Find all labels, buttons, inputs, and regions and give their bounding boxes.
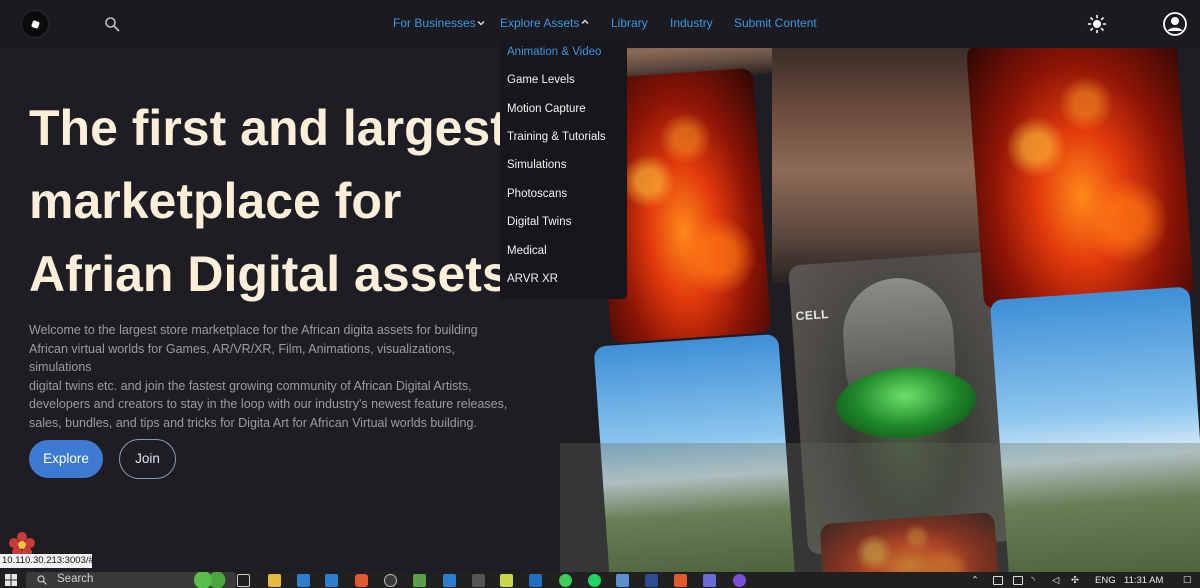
hero-title-line: The first and largest: [29, 100, 507, 156]
gallery-haze: [560, 443, 1200, 572]
nav-link-explore-assets[interactable]: Explore Assets: [500, 16, 579, 30]
dropdown-item-digital-twins[interactable]: Digital Twins: [507, 216, 571, 228]
status-bar-url: 10.110.30.213:3003/#: [0, 554, 94, 568]
app-icon-3[interactable]: [384, 574, 397, 587]
search-icon: [37, 575, 47, 585]
tray-clock[interactable]: 11:31 AM: [1124, 575, 1163, 586]
app-root: For Businesses Explore Assets Library In…: [0, 0, 1200, 588]
hero-description-line: Welcome to the largest store marketplace…: [29, 323, 478, 337]
gallery-image-lava-3[interactable]: [966, 48, 1194, 311]
tray-bluetooth-icon[interactable]: ✣: [1071, 575, 1079, 586]
notifications-icon[interactable]: ☐: [1183, 575, 1192, 586]
tray-wifi-icon[interactable]: ◝: [1031, 575, 1035, 586]
hero-description-line: developers and creators to stay in the l…: [29, 397, 508, 411]
brand-logo-icon[interactable]: [21, 10, 49, 38]
chevron-up-icon[interactable]: [580, 17, 590, 27]
nav-link-library[interactable]: Library: [611, 16, 648, 30]
outlook-icon[interactable]: [529, 574, 542, 587]
dropdown-item-simulations[interactable]: Simulations: [507, 159, 566, 171]
dropdown-item-photoscans[interactable]: Photoscans: [507, 188, 567, 200]
windows-start-icon[interactable]: [5, 574, 17, 586]
hero-title-line: marketplace for: [29, 173, 402, 229]
chevron-down-icon[interactable]: [476, 18, 486, 28]
brave-browser-icon[interactable]: [355, 574, 368, 587]
hero-description: Welcome to the largest store marketplace…: [29, 321, 519, 432]
powershell-icon[interactable]: [645, 574, 658, 587]
dropdown-item-arvr-xr[interactable]: ARVR XR: [507, 273, 558, 285]
explore-assets-dropdown: Animation & Video Game Levels Motion Cap…: [500, 40, 627, 299]
dropdown-item-motion-capture[interactable]: Motion Capture: [507, 103, 586, 115]
hero-title: The first and largest marketplace for Af…: [29, 92, 529, 311]
file-explorer-icon[interactable]: [268, 574, 281, 587]
app-icon-6[interactable]: [472, 574, 485, 587]
dropdown-item-training-tutorials[interactable]: Training & Tutorials: [507, 131, 606, 143]
windows-taskbar: Search ⌃ ◝ ◁ ✣ ENG 11:31 AM ☐: [0, 572, 1200, 588]
app-icon-2[interactable]: [325, 574, 338, 587]
app-icon-10[interactable]: [703, 574, 716, 587]
tray-volume-icon[interactable]: ◁: [1052, 575, 1059, 586]
nav-link-industry[interactable]: Industry: [670, 16, 713, 30]
user-avatar-icon[interactable]: [1163, 12, 1187, 36]
search-icon[interactable]: [104, 16, 120, 32]
nav-link-for-businesses[interactable]: For Businesses: [393, 16, 476, 30]
dropdown-item-game-levels[interactable]: Game Levels: [507, 74, 575, 86]
hero-description-line: digital twins etc. and join the fastest …: [29, 378, 472, 393]
asset-gallery: CELL: [560, 48, 1200, 572]
tray-battery-icon[interactable]: [1013, 576, 1023, 585]
nav-link-submit-content[interactable]: Submit Content: [734, 16, 817, 30]
explore-button[interactable]: Explore: [29, 440, 103, 478]
hero-description-line: sales, bundles, and tips and tricks for …: [29, 415, 477, 430]
taskbar-search-placeholder: Search: [57, 573, 94, 585]
hero-title-line: Afrian Digital assets: [29, 246, 510, 302]
join-button[interactable]: Join: [119, 439, 176, 479]
app-icon-7[interactable]: [500, 574, 513, 587]
github-icon[interactable]: [733, 574, 746, 587]
app-icon-5[interactable]: [443, 574, 456, 587]
gallery-image-canyon[interactable]: [772, 48, 982, 283]
tray-language[interactable]: ENG: [1095, 575, 1116, 586]
spotify-icon[interactable]: [588, 574, 601, 587]
whatsapp-icon[interactable]: [559, 574, 572, 587]
app-icon-9[interactable]: [674, 574, 687, 587]
task-view-icon[interactable]: [237, 574, 250, 587]
dropdown-item-animation-video[interactable]: Animation & Video: [507, 46, 601, 58]
robot-label: CELL: [795, 306, 830, 324]
hero-description-line: African virtual worlds for Games, AR/VR/…: [29, 341, 455, 375]
dropdown-item-medical[interactable]: Medical: [507, 245, 547, 257]
app-icon-8[interactable]: [616, 574, 629, 587]
app-icon-4[interactable]: [413, 574, 426, 587]
app-icon-1[interactable]: [297, 574, 310, 587]
taskbar-search-box[interactable]: Search: [26, 572, 236, 588]
sun-icon[interactable]: [1087, 14, 1107, 34]
tray-device-icon[interactable]: [993, 576, 1003, 585]
tray-chevron-up-icon[interactable]: ⌃: [971, 575, 979, 586]
clover-decoration-icon: [191, 572, 231, 588]
